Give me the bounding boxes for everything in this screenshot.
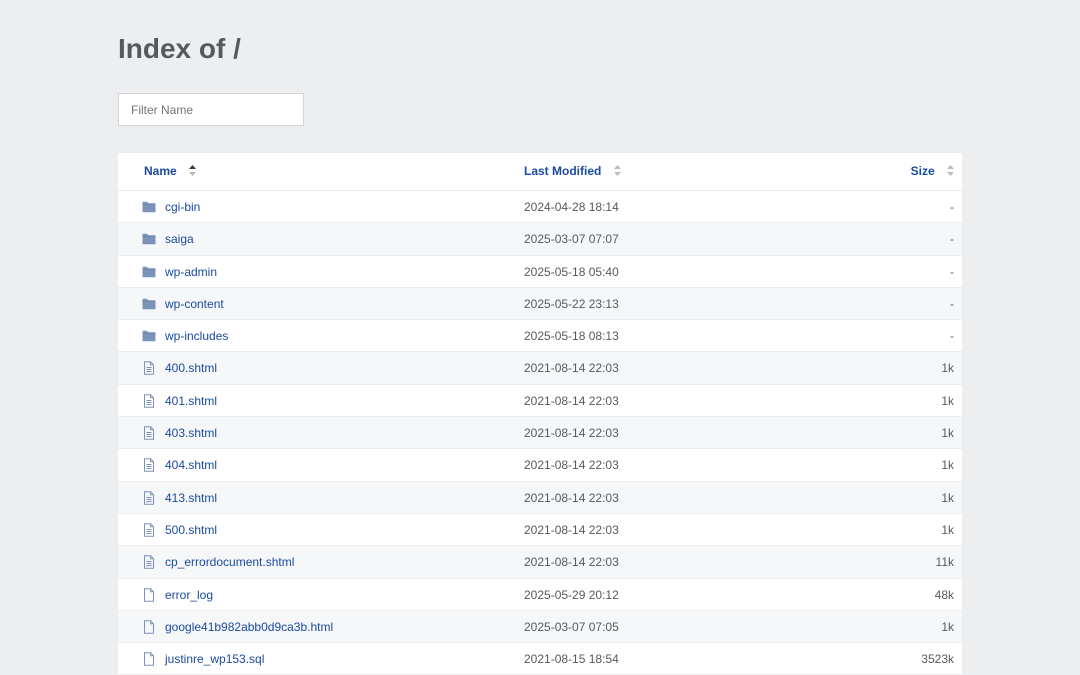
file-name-link[interactable]: cgi-bin	[165, 191, 200, 223]
size-cell: 1k	[941, 361, 954, 376]
file-name-link[interactable]: wp-includes	[165, 320, 228, 352]
file-text-icon	[142, 555, 156, 569]
column-header-name[interactable]: Name	[144, 153, 197, 190]
size-cell: 1k	[941, 426, 954, 441]
size-cell: -	[950, 232, 954, 247]
file-name-link[interactable]: 403.shtml	[165, 417, 217, 449]
last-modified-cell: 2025-03-07 07:07	[524, 232, 619, 247]
file-icon	[142, 652, 156, 666]
last-modified-cell: 2025-03-07 07:05	[524, 619, 619, 634]
file-name-link[interactable]: justinre_wp153.sql	[165, 643, 264, 675]
folder-icon	[142, 329, 156, 343]
size-cell: 3523k	[921, 652, 954, 667]
table-row: saiga 2025-03-07 07:07 -	[118, 223, 962, 256]
file-name-link[interactable]: 401.shtml	[165, 385, 217, 417]
last-modified-cell: 2021-08-15 18:54	[524, 652, 619, 667]
last-modified-cell: 2021-08-14 22:03	[524, 522, 619, 537]
table-header: Name Last Modified Size	[118, 153, 962, 191]
file-text-icon	[142, 426, 156, 440]
file-name-link[interactable]: saiga	[165, 223, 194, 255]
file-icon	[142, 620, 156, 634]
size-cell: 1k	[941, 458, 954, 473]
sort-arrows-icon	[613, 165, 621, 177]
size-cell: 1k	[941, 490, 954, 505]
table-row: 500.shtml 2021-08-14 22:03 1k	[118, 513, 962, 547]
file-text-icon	[142, 394, 156, 408]
column-header-name-label: Name	[144, 164, 177, 178]
table-row: error_log 2025-05-29 20:12 48k	[118, 578, 962, 611]
table-row: cp_errordocument.shtml 2021-08-14 22:03 11…	[118, 546, 962, 579]
size-cell: 1k	[941, 393, 954, 408]
column-header-last-modified[interactable]: Last Modified	[524, 153, 621, 190]
size-cell: -	[950, 264, 954, 279]
last-modified-cell: 2021-08-14 22:03	[524, 393, 619, 408]
last-modified-cell: 2021-08-14 22:03	[524, 458, 619, 473]
table-row: 400.shtml 2021-08-14 22:03 1k	[118, 352, 962, 385]
table-row: 413.shtml 2021-08-14 22:03 1k	[118, 481, 962, 514]
folder-icon	[142, 200, 156, 214]
size-cell: -	[950, 329, 954, 344]
file-name-link[interactable]: 413.shtml	[165, 482, 217, 514]
table-row: cgi-bin 2024-04-28 18:14 -	[118, 191, 962, 224]
last-modified-cell: 2024-04-28 18:14	[524, 200, 619, 214]
table-row: 403.shtml 2021-08-14 22:03 1k	[118, 417, 962, 450]
last-modified-cell: 2021-08-14 22:03	[524, 490, 619, 505]
filter-name-input[interactable]	[118, 93, 304, 126]
column-header-size-label: Size	[910, 164, 935, 178]
table-row: wp-admin 2025-05-18 05:40 -	[118, 255, 962, 288]
file-name-link[interactable]: wp-content	[165, 288, 224, 320]
file-name-link[interactable]: google41b982abb0d9ca3b.html	[165, 611, 333, 643]
folder-icon	[142, 232, 156, 246]
folder-icon	[142, 297, 156, 311]
file-text-icon	[142, 523, 156, 537]
size-cell: 11k	[935, 555, 954, 570]
file-name-link[interactable]: cp_errordocument.shtml	[165, 546, 294, 578]
size-cell: -	[950, 296, 954, 311]
table-row: 401.shtml 2021-08-14 22:03 1k	[118, 384, 962, 418]
table-row: justinre_wp153.sql 2021-08-15 18:54 3523k	[118, 643, 962, 675]
column-header-size[interactable]: Size	[911, 153, 954, 190]
sort-arrows-icon	[947, 165, 954, 177]
file-name-link[interactable]: 500.shtml	[165, 514, 217, 546]
column-header-last-modified-label: Last Modified	[524, 164, 602, 178]
last-modified-cell: 2025-05-18 08:13	[524, 329, 619, 344]
file-name-link[interactable]: wp-admin	[165, 256, 217, 288]
table-row: wp-content 2025-05-22 23:13 -	[118, 287, 962, 321]
last-modified-cell: 2021-08-14 22:03	[524, 361, 619, 376]
file-text-icon	[142, 458, 156, 473]
file-icon	[142, 587, 156, 602]
file-name-link[interactable]: 400.shtml	[165, 352, 217, 384]
size-cell: 48k	[934, 587, 954, 602]
last-modified-cell: 2025-05-29 20:12	[524, 587, 619, 602]
table-row: google41b982abb0d9ca3b.html 2025-03-07 07…	[118, 610, 962, 644]
file-name-link[interactable]: 404.shtml	[165, 449, 217, 481]
file-listing-table: Name Last Modified Size cgi-bin 2024-04-…	[118, 153, 962, 675]
last-modified-cell: 2021-08-14 22:03	[524, 426, 619, 441]
file-text-icon	[142, 490, 156, 505]
table-row: wp-includes 2025-05-18 08:13 -	[118, 320, 962, 353]
size-cell: 1k	[941, 522, 954, 537]
size-cell: 1k	[941, 619, 954, 634]
page-title: Index of /	[118, 33, 241, 64]
table-row: 404.shtml 2021-08-14 22:03 1k	[118, 449, 962, 482]
last-modified-cell: 2021-08-14 22:03	[524, 555, 619, 570]
last-modified-cell: 2025-05-18 05:40	[524, 264, 619, 279]
size-cell: -	[950, 200, 954, 214]
last-modified-cell: 2025-05-22 23:13	[524, 296, 619, 311]
sort-arrows-icon	[189, 165, 197, 177]
file-text-icon	[142, 361, 156, 376]
table-body: cgi-bin 2024-04-28 18:14 - saiga 2025-03-07 …	[118, 191, 962, 675]
file-name-link[interactable]: error_log	[165, 579, 213, 611]
folder-icon	[142, 265, 156, 279]
